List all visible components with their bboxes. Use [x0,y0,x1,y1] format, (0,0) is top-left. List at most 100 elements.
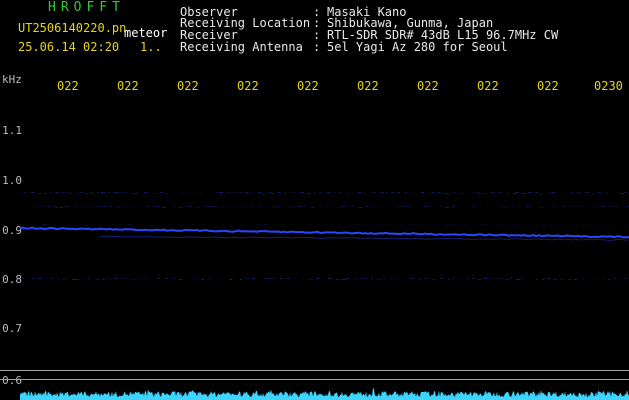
noise-band-segment [327,192,331,193]
noise-band-segment [114,192,118,193]
noise-band-segment [292,206,296,207]
noise-band-segment [575,224,578,225]
reference-line-upper [0,370,629,371]
noise-band-segment [61,192,65,193]
noise-band-segment [617,278,618,279]
noise-band-segment [327,206,328,207]
noise-band-segment [176,224,177,225]
noise-band-segment [428,193,429,194]
x-tick-4: 022 [237,80,259,92]
file-name: UT2506140220.pn [18,21,127,35]
noise-band-segment [82,278,84,279]
noise-band-segment [491,192,495,193]
y-tick-1-1: 1.1 [2,124,22,137]
noise-band-segment [598,206,599,207]
noise-band-segment [396,278,398,279]
noise-band-segment [325,225,327,226]
noise-band-segment [444,193,448,194]
noise-band-segment [608,279,611,280]
noise-band-segment [595,278,598,279]
noise-band-segment [179,279,182,280]
noise-band-segment [587,206,588,207]
noise-band-segment [467,206,468,207]
noise-band-segment [522,193,526,194]
noise-band-segment [424,206,427,207]
noise-band-segment [287,278,290,279]
noise-band-segment [72,207,73,208]
noise-band-segment [484,224,488,225]
noise-band-segment [31,207,33,208]
noise-band-segment [189,206,192,207]
noise-band-segment [392,225,393,226]
noise-band-segment [268,192,272,193]
event-tag: meteor [124,26,168,40]
noise-band-segment [555,193,556,194]
noise-band-segment [24,192,27,193]
noise-band-segment [146,206,149,207]
noise-band-segment [516,192,519,193]
noise-band-segment [292,224,296,225]
noise-band-segment [498,192,501,193]
noise-band-segment [70,193,72,194]
noise-band-segment [139,278,143,279]
noise-band-segment [503,207,506,208]
noise-band-segment [467,278,470,279]
noise-band-segment [131,279,135,280]
noise-band-segment [373,206,375,207]
noise-band-segment [545,206,546,207]
noise-band-segment [386,192,388,193]
noise-band-segment [548,224,551,225]
noise-band-segment [391,192,394,193]
noise-band-segment [239,207,241,208]
noise-band-segment [513,224,517,225]
noise-band-segment [483,278,487,279]
noise-band-segment [419,279,421,280]
noise-band-segment [32,278,35,279]
noise-band-segment [201,279,204,280]
noise-band-segment [50,278,53,279]
noise-band-segment [601,206,605,207]
noise-band-segment [614,206,618,207]
x-tick-8: 022 [477,80,499,92]
noise-band-segment [20,224,21,225]
noise-band-segment [28,224,29,225]
noise-band-segment [353,224,356,225]
noise-band-segment [438,192,441,193]
noise-band-segment [467,224,470,225]
noise-band-segment [445,207,449,208]
noise-band-segment [85,225,89,226]
noise-band-segment [289,192,290,193]
noise-band-segment [557,207,559,208]
noise-band-segment [590,279,591,280]
noise-band-segment [190,224,193,225]
noise-band-segment [497,278,500,279]
noise-band-segment [80,192,83,193]
noise-band-segment [301,206,302,207]
noise-band-segment [342,206,346,207]
noise-band-segment [376,207,377,208]
noise-band-segment [66,192,70,193]
noise-band-segment [244,206,246,207]
noise-band-segment [571,192,573,193]
noise-band-segment [76,279,79,280]
noise-band-segment [536,279,538,280]
noise-band-segment [413,193,415,194]
noise-band-segment [440,278,443,279]
noise-band-segment [169,224,172,225]
noise-band-segment [496,224,497,225]
noise-band-segment [490,206,492,207]
noise-band-segment [179,207,183,208]
noise-band-segment [481,206,482,207]
noise-band-segment [125,224,126,225]
noise-band-segment [582,278,583,279]
noise-band-segment [156,224,158,225]
noise-band-segment [268,206,269,207]
noise-band-segment [201,224,204,225]
noise-band-segment [258,206,260,207]
noise-band-segment [96,279,100,280]
noise-band-segment [536,225,540,226]
noise-band-segment [307,193,311,194]
noise-band-segment [196,207,199,208]
noise-band-segment [300,192,304,193]
noise-band-segment [183,225,184,226]
